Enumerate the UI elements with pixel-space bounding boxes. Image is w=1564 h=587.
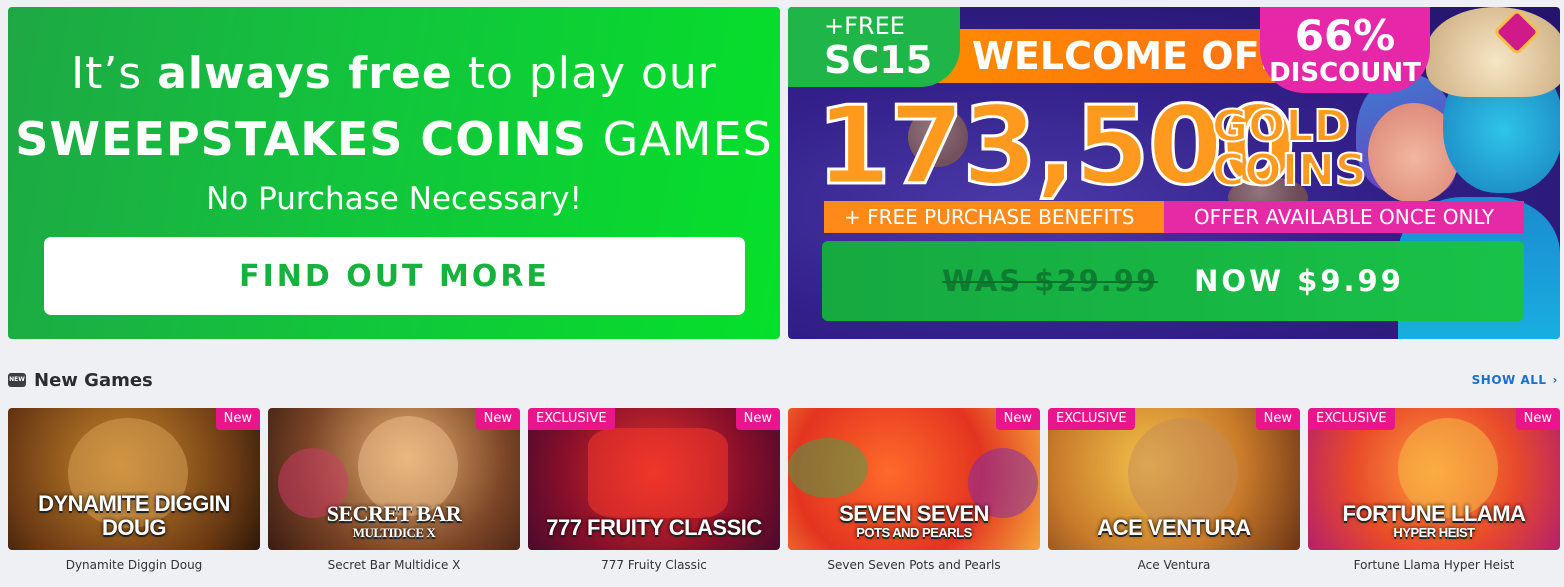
- game-card[interactable]: New DYNAMITE DIGGIN DOUG Dynamite Diggin…: [8, 408, 260, 572]
- game-thumbnail[interactable]: EXCLUSIVE New FORTUNE LLAMA HYPER HEIST: [1308, 408, 1560, 550]
- game-card[interactable]: EXCLUSIVE New ACE VENTURA Ace Ventura: [1048, 408, 1300, 572]
- purchase-benefits-label: + FREE PURCHASE BENEFITS: [824, 201, 1164, 233]
- buy-offer-button[interactable]: WAS $29.99 NOW $9.99: [822, 241, 1524, 321]
- game-name: Ace Ventura: [1137, 558, 1211, 572]
- once-only-label: OFFER AVAILABLE ONCE ONLY: [1164, 201, 1524, 233]
- watermelon-art: [788, 438, 868, 498]
- game-card[interactable]: EXCLUSIVE New 777 FRUITY CLASSIC 777 Fru…: [528, 408, 780, 572]
- discount-percent: 66%: [1294, 11, 1396, 60]
- game-title-art: FORTUNE LLAMA HYPER HEIST: [1342, 501, 1526, 540]
- free-sc-badge: +FREE SC15: [788, 7, 960, 87]
- character-art: [1128, 418, 1238, 528]
- new-icon: NEW: [8, 373, 26, 387]
- find-out-more-button[interactable]: FIND OUT MORE: [44, 237, 745, 315]
- was-price: WAS $29.99: [942, 264, 1159, 298]
- game-thumbnail[interactable]: New SECRET BAR MULTIDICE X: [268, 408, 520, 550]
- game-thumbnail[interactable]: EXCLUSIVE New 777 FRUITY CLASSIC: [528, 408, 780, 550]
- new-games-header: NEW New Games SHOW ALL ›: [8, 366, 1558, 394]
- sc-amount: SC15: [824, 38, 933, 82]
- game-thumbnail[interactable]: EXCLUSIVE New ACE VENTURA: [1048, 408, 1300, 550]
- game-title-art: 777 FRUITY CLASSIC: [546, 515, 762, 540]
- game-card[interactable]: EXCLUSIVE New FORTUNE LLAMA HYPER HEIST F…: [1308, 408, 1560, 572]
- game-name: 777 Fruity Classic: [601, 558, 707, 572]
- banner-headline-line2: SWEEPSTAKES COINS GAMES: [15, 112, 773, 166]
- free-label: +FREE: [824, 12, 905, 40]
- now-price: NOW $9.99: [1194, 264, 1404, 298]
- new-tag: New: [215, 408, 260, 430]
- game-title-art: SECRET BAR MULTIDICE X: [326, 501, 462, 540]
- game-name: Dynamite Diggin Doug: [65, 558, 203, 572]
- coins-label: COINS: [1211, 145, 1368, 196]
- game-card[interactable]: New SECRET BAR MULTIDICE X Secret Bar Mul…: [268, 408, 520, 572]
- offer-benefits-bar: + FREE PURCHASE BENEFITS OFFER AVAILABLE…: [824, 201, 1524, 233]
- gold-coins-label: GOLD COINS: [1211, 101, 1368, 196]
- game-thumbnail[interactable]: New SEVEN SEVEN POTS AND PEARLS: [788, 408, 1040, 550]
- genie-turban-image: [1426, 7, 1560, 97]
- show-all-label: SHOW ALL: [1471, 373, 1547, 387]
- free-play-banner[interactable]: It’s always free to play our SWEEPSTAKES…: [8, 7, 780, 339]
- new-tag: New: [1515, 408, 1560, 430]
- exclusive-tag: EXCLUSIVE: [528, 408, 615, 430]
- exclusive-tag: EXCLUSIVE: [1308, 408, 1395, 430]
- game-name: Secret Bar Multidice X: [327, 558, 461, 572]
- section-title: New Games: [34, 369, 153, 391]
- game-name: Fortune Llama Hyper Heist: [1353, 558, 1515, 572]
- banner-subtitle: No Purchase Necessary!: [206, 181, 582, 217]
- gold-label: GOLD: [1211, 101, 1351, 152]
- new-tag: New: [735, 408, 780, 430]
- new-tag: New: [1255, 408, 1300, 430]
- discount-badge: 66% DISCOUNT: [1260, 7, 1430, 93]
- game-title-art: ACE VENTURA: [1097, 515, 1251, 540]
- chevron-right-icon: ›: [1552, 373, 1558, 387]
- show-all-link[interactable]: SHOW ALL ›: [1472, 373, 1558, 387]
- page: It’s always free to play our SWEEPSTAKES…: [0, 0, 1564, 587]
- new-tag: New: [995, 408, 1040, 430]
- game-title-art: SEVEN SEVEN POTS AND PEARLS: [839, 501, 989, 540]
- new-games-list: New DYNAMITE DIGGIN DOUG Dynamite Diggin…: [8, 408, 1560, 572]
- discount-label: DISCOUNT: [1269, 58, 1421, 88]
- welcome-offer-banner[interactable]: WELCOME OFFER +FREE SC15 66% DISCOUNT 17…: [788, 7, 1560, 339]
- game-name: Seven Seven Pots and Pearls: [827, 558, 1001, 572]
- game-thumbnail[interactable]: New DYNAMITE DIGGIN DOUG: [8, 408, 260, 550]
- game-card[interactable]: New SEVEN SEVEN POTS AND PEARLS Seven Sev…: [788, 408, 1040, 572]
- game-title-art: DYNAMITE DIGGIN DOUG: [38, 491, 230, 540]
- sevens-art: [588, 428, 728, 518]
- banner-headline-line1: It’s always free to play our: [71, 48, 717, 99]
- new-tag: New: [475, 408, 520, 430]
- exclusive-tag: EXCLUSIVE: [1048, 408, 1135, 430]
